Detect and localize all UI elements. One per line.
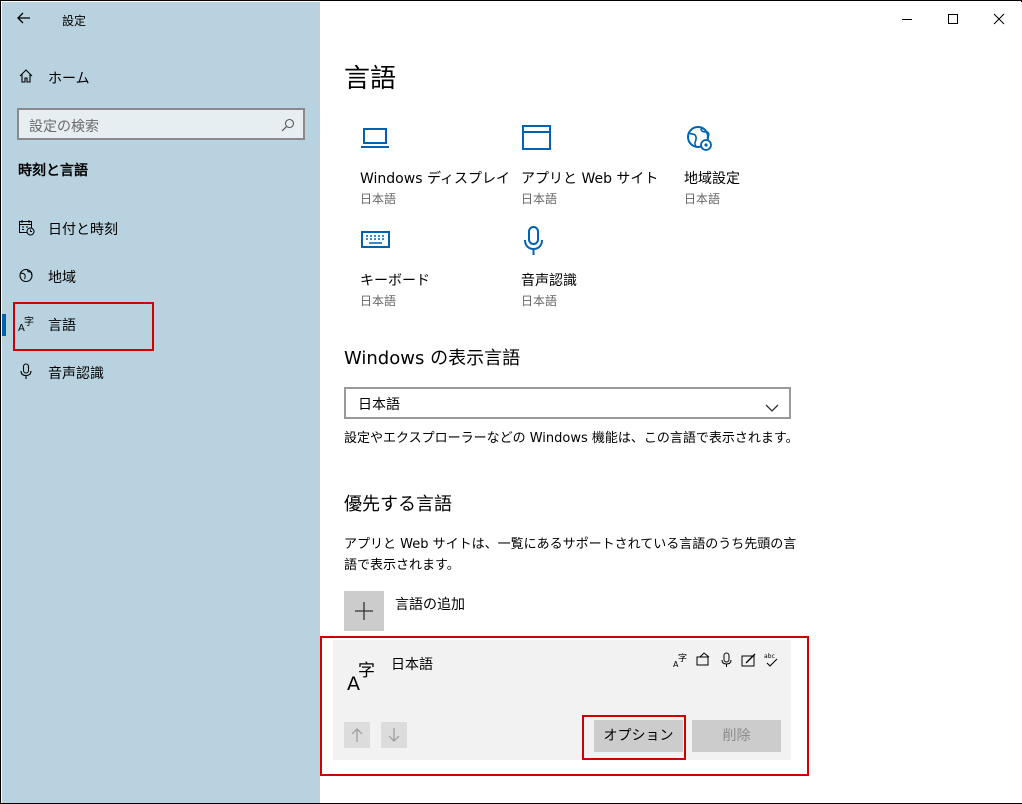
sidebar-item-speech[interactable]: 音声認識 [2, 352, 320, 392]
display-language-heading: Windows の表示言語 [344, 348, 521, 369]
main-content: 言語 Windows ディスプレイ 日本語 アプリと Web サイト 日本語 地… [320, 2, 1022, 803]
highlight-options-button [582, 715, 686, 760]
tile-apps-websites[interactable]: アプリと Web サイト 日本語 [505, 124, 665, 214]
tile-title: 地域設定 [684, 171, 740, 187]
tile-title: キーボード [360, 273, 430, 289]
tile-speech[interactable]: 音声認識 日本語 [505, 226, 665, 316]
search-placeholder: 設定の検索 [29, 119, 99, 135]
tile-windows-display[interactable]: Windows ディスプレイ 日本語 [344, 124, 510, 214]
tile-title: 音声認識 [521, 273, 577, 289]
tile-keyboard[interactable]: キーボード 日本語 [344, 226, 504, 316]
search-icon[interactable] [281, 117, 295, 132]
back-arrow-icon[interactable] [16, 10, 34, 28]
microphone-icon [18, 363, 36, 381]
close-button[interactable] [976, 2, 1022, 36]
search-input[interactable]: 設定の検索 [17, 108, 305, 140]
nav-home[interactable]: ホーム [2, 62, 320, 92]
tile-subtitle: 日本語 [684, 192, 721, 206]
titlebar-left: 設定 [2, 2, 320, 38]
calendar-clock-icon [18, 219, 36, 237]
home-icon [18, 68, 36, 86]
globe-settings-icon [684, 124, 716, 154]
close-icon [993, 13, 1005, 25]
preferred-languages-heading: 優先する言語 [344, 494, 452, 515]
highlight-language-item [13, 302, 154, 351]
display-language-description: 設定やエクスプローラーなどの Windows 機能は、この言語で表示されます。 [344, 431, 799, 446]
microphone-icon [521, 226, 553, 256]
page-title: 言語 [344, 64, 397, 94]
tile-title: Windows ディスプレイ [360, 171, 510, 187]
sidebar-item-date-time[interactable]: 日付と時刻 [2, 208, 320, 248]
minimize-icon [902, 19, 912, 20]
app-title: 設定 [62, 14, 87, 28]
laptop-icon [360, 124, 392, 154]
settings-window: 設定 ホーム 設定の検索 時刻と言語 日付と時刻 地域 A 字 言語 音声認識 … [0, 0, 1022, 804]
maximize-button[interactable] [930, 2, 976, 36]
add-language-label: 言語の追加 [395, 597, 465, 613]
highlight-language-card [320, 636, 809, 776]
tile-title: アプリと Web サイト [521, 171, 659, 187]
plus-icon [344, 591, 384, 631]
minimize-button[interactable] [884, 2, 930, 36]
chevron-down-icon [765, 398, 779, 412]
section-title: 時刻と言語 [18, 163, 88, 179]
sidebar-item-label: 日付と時刻 [48, 222, 118, 238]
sidebar: 設定 ホーム 設定の検索 時刻と言語 日付と時刻 地域 A 字 言語 音声認識 [2, 2, 320, 803]
window-icon [521, 124, 553, 154]
tile-subtitle: 日本語 [360, 294, 397, 308]
tile-regional-format[interactable]: 地域設定 日本語 [668, 124, 828, 214]
sidebar-item-label: 地域 [48, 270, 76, 286]
preferred-languages-description: アプリと Web サイトは、一覧にあるサポートされている言語のうち先頭の言語で表… [344, 537, 797, 573]
tile-subtitle: 日本語 [521, 192, 558, 206]
keyboard-icon [360, 226, 392, 256]
display-language-value: 日本語 [358, 397, 400, 413]
nav-home-label: ホーム [48, 71, 90, 87]
maximize-icon [948, 14, 958, 24]
sidebar-item-label: 音声認識 [48, 366, 104, 382]
display-language-select[interactable]: 日本語 [344, 387, 791, 419]
tile-subtitle: 日本語 [360, 192, 397, 206]
add-language-button[interactable]: 言語の追加 [344, 591, 524, 631]
tile-subtitle: 日本語 [521, 294, 558, 308]
sidebar-item-region[interactable]: 地域 [2, 256, 320, 296]
globe-icon [18, 267, 36, 285]
